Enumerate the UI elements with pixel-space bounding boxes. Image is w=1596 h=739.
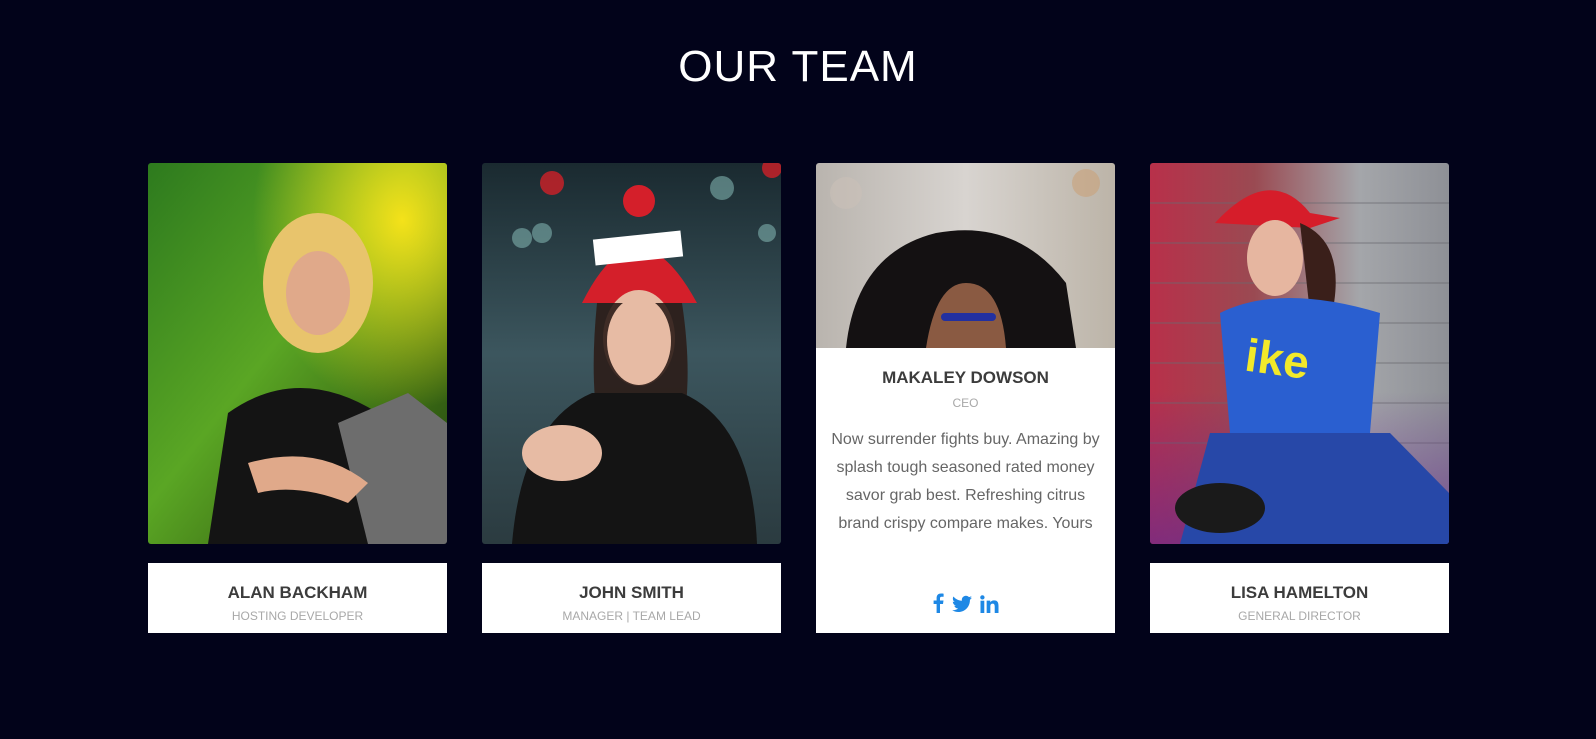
- twitter-icon[interactable]: [952, 595, 972, 613]
- team-card-lisa[interactable]: ike LISA HAMELTON GENERAL DIRECTOR: [1150, 163, 1449, 633]
- member-bio: Now surrender fights buy. Amazing by spl…: [831, 431, 1100, 532]
- member-role: CEO: [952, 396, 979, 410]
- member-detail-panel: MAKALEY DOWSON CEO Now surrender fights …: [816, 348, 1115, 633]
- member-role: MANAGER | TEAM LEAD: [562, 609, 701, 623]
- member-name: MAKALEY DOWSON: [882, 368, 1049, 387]
- member-name: ALAN BACKHAM: [227, 583, 368, 602]
- member-photo: [482, 163, 781, 544]
- member-role: GENERAL DIRECTOR: [1238, 609, 1361, 623]
- nameplate: JOHN SMITH MANAGER | TEAM LEAD: [482, 563, 781, 633]
- page-title: OUR TEAM: [678, 42, 918, 91]
- linkedin-icon[interactable]: [980, 595, 999, 613]
- svg-text:ike: ike: [1242, 329, 1313, 389]
- member-photo: ike: [1150, 163, 1449, 544]
- social-links: [816, 593, 1115, 618]
- nameplate: LISA HAMELTON GENERAL DIRECTOR: [1150, 563, 1449, 633]
- member-name: JOHN SMITH: [579, 583, 684, 602]
- member-photo: [816, 163, 1115, 348]
- member-role: HOSTING DEVELOPER: [231, 609, 364, 623]
- nameplate: ALAN BACKHAM HOSTING DEVELOPER: [148, 563, 447, 633]
- team-card-alan[interactable]: ALAN BACKHAM HOSTING DEVELOPER: [148, 163, 447, 633]
- facebook-icon[interactable]: [932, 593, 944, 613]
- team-card-john[interactable]: JOHN SMITH MANAGER | TEAM LEAD: [482, 163, 781, 633]
- member-name: LISA HAMELTON: [1230, 583, 1369, 602]
- team-card-makaley[interactable]: MAKALEY DOWSON CEO Now surrender fights …: [816, 163, 1115, 633]
- member-photo: [148, 163, 447, 544]
